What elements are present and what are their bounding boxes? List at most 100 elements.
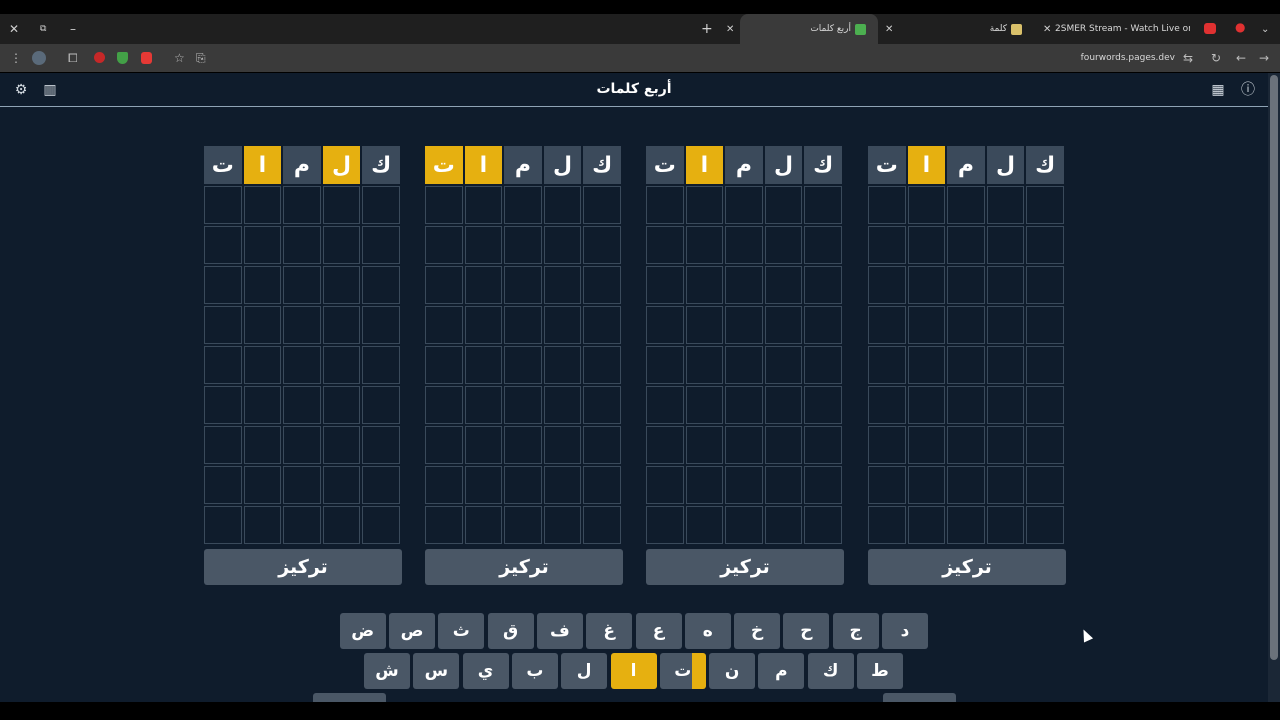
focus-button[interactable]: تركيز [204,549,402,585]
youtube-icon[interactable] [1204,23,1216,34]
key[interactable]: ض [339,613,386,649]
empty-row [646,466,844,504]
window-restore-icon[interactable]: ⧉ [40,14,46,44]
tab-favicon-icon [1011,23,1022,35]
enter-key[interactable] [313,693,386,702]
reload-icon[interactable]: ↻ [1211,44,1221,72]
empty-tile [362,426,400,464]
key[interactable]: ب [511,653,558,689]
empty-row [425,186,623,224]
empty-tile [283,426,321,464]
letter-tile: ا [685,146,724,184]
empty-tile [947,306,985,344]
back-icon[interactable]: ← [1236,44,1246,72]
empty-tile [362,386,400,424]
tab-title: أربع كلمات [810,24,851,34]
key[interactable]: ط [857,653,903,689]
tab-close-icon[interactable]: ✕ [885,14,893,44]
key[interactable]: ك [807,653,854,689]
focus-button[interactable]: تركيز [868,549,1066,585]
empty-row [646,306,844,344]
key[interactable]: ع [635,613,682,649]
empty-tile [362,226,400,264]
site-settings-icon[interactable]: ⇆ [1183,44,1193,72]
empty-tile [322,186,361,224]
tab-stream[interactable]: 2SMER Stream - Watch Live on [1055,14,1190,44]
empty-tile [646,386,684,424]
profile-avatar[interactable] [32,51,46,65]
key[interactable]: ث [438,613,485,649]
window-minimize-icon[interactable]: – [70,14,76,44]
key[interactable]: ن [709,653,756,689]
empty-tile [543,426,582,464]
key[interactable]: ص [389,613,435,649]
empty-tile [646,306,684,344]
empty-tile [362,346,400,384]
focus-button[interactable]: تركيز [646,549,844,585]
empty-tile [986,426,1025,464]
empty-row [425,306,623,344]
empty-tile [986,346,1025,384]
window-close-icon[interactable]: ✕ [9,14,19,44]
empty-tile [725,506,763,544]
info-icon[interactable]: ⓘ [1239,81,1257,99]
tab-kalima[interactable]: كلمة [900,14,1030,44]
letter-tile: م [283,146,321,184]
tab-arba-kalimat[interactable]: أربع كلمات [740,14,878,44]
empty-tile [947,426,985,464]
new-tab-button[interactable]: + [701,14,713,44]
key[interactable]: غ [586,613,633,649]
empty-tile [583,426,621,464]
empty-tile [764,346,803,384]
tab-close-icon[interactable]: ✕ [726,14,734,44]
page-scrollbar[interactable] [1268,73,1280,702]
key[interactable]: ل [561,653,608,689]
empty-tile [464,346,503,384]
url-text[interactable]: fourwords.pages.dev [1081,44,1175,72]
key[interactable]: ج [832,613,879,649]
bookmark-star-icon[interactable]: ☆ [174,44,185,72]
empty-tile [868,506,906,544]
key[interactable]: د [882,613,928,649]
empty-tile [204,226,242,264]
empty-tile [504,266,542,304]
key[interactable]: ا [610,653,657,689]
key[interactable]: ح [783,613,830,649]
pin-icon[interactable]: ● [1235,20,1245,34]
tab-search-icon[interactable]: ⌄ [1261,14,1269,44]
shield-icon[interactable] [117,52,128,64]
empty-tile [243,426,282,464]
empty-tile [1026,346,1064,384]
key[interactable]: ه [684,613,731,649]
key[interactable]: س [413,653,460,689]
empty-tile [986,466,1025,504]
empty-row [868,426,1066,464]
key[interactable]: خ [734,613,781,649]
empty-tile [646,466,684,504]
empty-tile [322,386,361,424]
tab-close-icon[interactable]: ✕ [1043,14,1051,44]
key[interactable]: ش [364,653,410,689]
empty-tile [907,386,946,424]
scrollbar-thumb[interactable] [1270,75,1278,660]
empty-tile [947,466,985,504]
empty-tile [464,426,503,464]
empty-row [204,466,402,504]
backspace-key[interactable] [883,693,956,702]
share-icon[interactable]: ⎘ [196,44,206,72]
key[interactable]: ي [462,653,509,689]
forward-icon[interactable]: → [1259,44,1269,72]
calendar-icon[interactable]: ▦ [1209,81,1227,99]
menu-icon[interactable]: ⋮ [10,44,22,72]
empty-tile [725,186,763,224]
adblock-icon[interactable] [141,52,152,64]
extensions-icon[interactable]: ⧠ [68,44,78,72]
key[interactable]: ف [536,613,583,649]
empty-tile [204,386,242,424]
key[interactable]: ت [659,653,706,689]
empty-tile [725,306,763,344]
focus-button[interactable]: تركيز [425,549,623,585]
key[interactable]: م [758,653,805,689]
extension-icon[interactable] [94,52,105,63]
key[interactable]: ق [487,613,534,649]
